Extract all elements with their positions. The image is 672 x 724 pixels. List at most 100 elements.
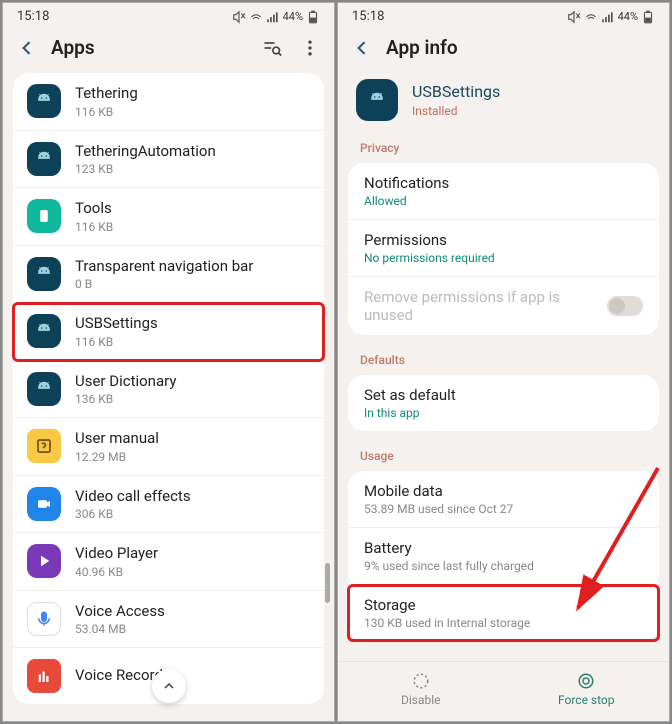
- app-icon: [27, 372, 61, 406]
- force-stop-icon: [577, 672, 595, 690]
- app-name: USBSettings: [412, 82, 651, 103]
- storage-row[interactable]: Storage 130 KB used in Internal storage: [348, 585, 659, 641]
- signal-icon: [601, 10, 615, 24]
- app-row[interactable]: USBSettings116 KB: [13, 303, 324, 361]
- permissions-row[interactable]: Permissions No permissions required: [348, 220, 659, 277]
- row-value: 9% used since last fully charged: [364, 559, 643, 573]
- app-size: 53.04 MB: [75, 622, 310, 636]
- app-row[interactable]: User Dictionary136 KB: [13, 361, 324, 419]
- status-right: 44%: [232, 10, 320, 24]
- row-title: Battery: [364, 539, 643, 557]
- battery-percent: 44%: [283, 10, 303, 23]
- app-size: 306 KB: [75, 507, 310, 521]
- row-title: Set as default: [364, 386, 643, 404]
- row-value: 53.89 MB used since Oct 27: [364, 502, 643, 516]
- app-icon: [27, 314, 61, 348]
- app-row[interactable]: Video call effects306 KB: [13, 476, 324, 534]
- mute-icon: [567, 10, 581, 24]
- row-title: Remove permissions if app is unused: [364, 288, 607, 324]
- row-value: Allowed: [364, 194, 643, 208]
- battery-row[interactable]: Battery 9% used since last fully charged: [348, 528, 659, 585]
- app-size: 123 KB: [75, 162, 310, 176]
- button-label: Disable: [401, 693, 441, 707]
- app-icon: [27, 487, 61, 521]
- scrollbar[interactable]: [325, 563, 330, 603]
- battery-icon: [306, 10, 320, 24]
- force-stop-button[interactable]: Force stop: [504, 662, 670, 721]
- app-header: USBSettings Installed: [338, 73, 669, 137]
- app-icon: [27, 659, 61, 693]
- remove-permissions-toggle[interactable]: [607, 296, 643, 316]
- app-icon: [27, 544, 61, 578]
- app-icon: [27, 142, 61, 176]
- app-size: 116 KB: [75, 105, 310, 119]
- status-bar: 15:18 44%: [3, 3, 334, 28]
- app-name: Video Player: [75, 544, 310, 564]
- row-value: 130 KB used in Internal storage: [364, 616, 643, 630]
- disable-button[interactable]: Disable: [338, 662, 504, 721]
- row-title: Mobile data: [364, 482, 643, 500]
- remove-permissions-row[interactable]: Remove permissions if app is unused: [348, 277, 659, 335]
- status-right: 44%: [567, 10, 655, 24]
- app-row[interactable]: Tethering116 KB: [13, 73, 324, 131]
- app-icon: [27, 429, 61, 463]
- row-title: Notifications: [364, 174, 643, 192]
- bottom-bar: Disable Force stop: [338, 661, 669, 721]
- app-row[interactable]: Tools116 KB: [13, 188, 324, 246]
- app-row[interactable]: Voice Access53.04 MB: [13, 591, 324, 649]
- app-name: Voice Access: [75, 602, 310, 622]
- app-name: User Dictionary: [75, 372, 310, 392]
- set-default-row[interactable]: Set as default In this app: [348, 375, 659, 431]
- apps-list[interactable]: Tethering116 KBTetheringAutomation123 KB…: [13, 73, 324, 704]
- app-name: Transparent navigation bar: [75, 257, 310, 277]
- app-row[interactable]: Transparent navigation bar0 B: [13, 246, 324, 304]
- app-name: Video call effects: [75, 487, 310, 507]
- chevron-up-icon: [161, 678, 177, 694]
- defaults-card: Set as default In this app: [348, 375, 659, 431]
- app-icon: [27, 602, 61, 636]
- mobile-data-row[interactable]: Mobile data 53.89 MB used since Oct 27: [348, 471, 659, 528]
- app-name: TetheringAutomation: [75, 142, 310, 162]
- app-row[interactable]: Video Player40.96 KB: [13, 533, 324, 591]
- app-status: Installed: [412, 104, 651, 118]
- app-name: Tools: [75, 199, 310, 219]
- wifi-icon: [584, 10, 598, 24]
- battery-icon: [641, 10, 655, 24]
- notifications-row[interactable]: Notifications Allowed: [348, 163, 659, 220]
- scroll-top-button[interactable]: [152, 669, 186, 703]
- app-size: 116 KB: [75, 335, 310, 349]
- signal-icon: [266, 10, 280, 24]
- row-value: In this app: [364, 406, 643, 420]
- page-title: App info: [386, 36, 458, 59]
- battery-percent: 44%: [618, 10, 638, 23]
- back-icon[interactable]: [17, 38, 37, 58]
- app-icon: [27, 84, 61, 118]
- menu-more-icon[interactable]: [300, 38, 320, 58]
- app-name: Tethering: [75, 84, 310, 104]
- disable-icon: [412, 672, 430, 690]
- app-row[interactable]: TetheringAutomation123 KB: [13, 131, 324, 189]
- status-bar: 15:18 44%: [338, 3, 669, 28]
- app-size: 40.96 KB: [75, 565, 310, 579]
- app-icon: [356, 79, 398, 121]
- privacy-card: Notifications Allowed Permissions No per…: [348, 163, 659, 335]
- app-size: 12.29 MB: [75, 450, 310, 464]
- usage-card: Mobile data 53.89 MB used since Oct 27 B…: [348, 471, 659, 641]
- app-row[interactable]: User manual12.29 MB: [13, 418, 324, 476]
- app-size: 136 KB: [75, 392, 310, 406]
- apps-list-screen: 15:18 44% Apps Tethering116 KBTetheringA…: [2, 2, 335, 722]
- app-name: Voice Recorder: [75, 666, 310, 686]
- search-filter-icon[interactable]: [262, 38, 282, 58]
- app-icon: [27, 257, 61, 291]
- mute-icon: [232, 10, 246, 24]
- app-size: 116 KB: [75, 220, 310, 234]
- app-name: User manual: [75, 429, 310, 449]
- wifi-icon: [249, 10, 263, 24]
- back-icon[interactable]: [352, 38, 372, 58]
- section-defaults-label: Defaults: [338, 349, 669, 375]
- app-info-screen: 15:18 44% App info USBSettings Installed…: [337, 2, 670, 722]
- status-time: 15:18: [17, 9, 49, 24]
- app-size: 0 B: [75, 277, 310, 291]
- app-name: USBSettings: [75, 314, 310, 334]
- android-icon: [368, 91, 386, 109]
